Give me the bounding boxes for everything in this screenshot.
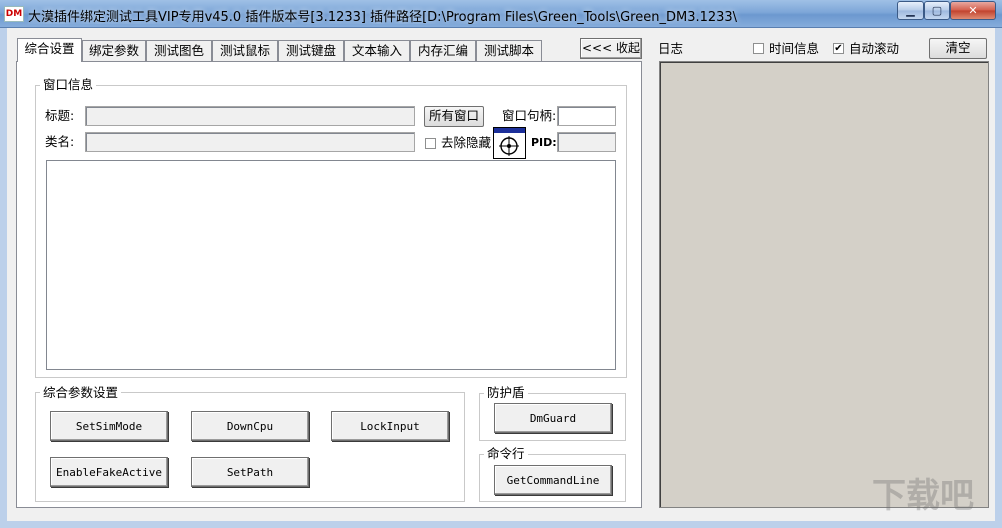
- getcommandline-button[interactable]: GetCommandLine: [494, 465, 612, 495]
- crosshair-icon: [499, 136, 519, 156]
- tab-general-settings[interactable]: 综合设置: [17, 38, 82, 62]
- guard-group-label: 防护盾: [484, 386, 528, 400]
- close-button[interactable]: ✕: [950, 1, 996, 20]
- time-info-label: 时间信息: [769, 41, 820, 56]
- window-title: 大漠插件绑定测试工具VIP专用v45.0 插件版本号[3.1233] 插件路径[…: [28, 10, 738, 24]
- window-handle-label: 窗口句柄:: [502, 108, 557, 123]
- tab-test-keyboard[interactable]: 测试键盘: [278, 40, 344, 61]
- window-list[interactable]: [46, 160, 616, 370]
- app-icon: DM: [4, 6, 24, 22]
- window-finder-tool[interactable]: [493, 127, 526, 159]
- lockinput-button[interactable]: LockInput: [331, 411, 449, 441]
- auto-scroll-checkbox[interactable]: ✔: [833, 43, 844, 54]
- window-info-group-label: 窗口信息: [40, 78, 97, 92]
- clear-log-button[interactable]: 清空: [929, 38, 987, 59]
- all-windows-button[interactable]: 所有窗口: [424, 106, 484, 127]
- setsimmode-button[interactable]: SetSimMode: [50, 411, 168, 441]
- tab-test-mouse[interactable]: 测试鼠标: [212, 40, 278, 61]
- time-info-checkbox[interactable]: [753, 43, 764, 54]
- setpath-button[interactable]: SetPath: [191, 457, 309, 487]
- classname-field[interactable]: [85, 132, 415, 152]
- classname-label: 类名:: [45, 134, 75, 149]
- tab-test-script[interactable]: 测试脚本: [476, 40, 542, 61]
- finder-titlebar: [494, 128, 525, 133]
- command-line-group-label: 命令行: [484, 447, 528, 461]
- remove-hidden-label: 去除隐藏: [441, 135, 492, 150]
- pid-label: PID:: [531, 136, 557, 149]
- enablefakeactive-button[interactable]: EnableFakeActive: [50, 457, 168, 487]
- title-label: 标题:: [45, 108, 75, 123]
- tab-memory-asm[interactable]: 内存汇编: [410, 40, 476, 61]
- log-label: 日志: [658, 41, 684, 56]
- tab-text-input[interactable]: 文本输入: [344, 40, 410, 61]
- minimize-button[interactable]: ▁: [897, 1, 924, 20]
- dmguard-button[interactable]: DmGuard: [494, 403, 612, 433]
- collapse-button[interactable]: <<< 收起: [580, 38, 642, 59]
- remove-hidden-checkbox[interactable]: [425, 138, 436, 149]
- pid-field[interactable]: [557, 132, 616, 152]
- auto-scroll-label: 自动滚动: [849, 41, 900, 56]
- window-handle-field[interactable]: [557, 106, 616, 126]
- maximize-button[interactable]: ▢: [924, 1, 950, 20]
- general-params-group-label: 综合参数设置: [40, 386, 122, 400]
- title-field[interactable]: [85, 106, 415, 126]
- check-mark-icon: ✔: [834, 43, 843, 54]
- log-area[interactable]: [659, 61, 989, 508]
- tab-bind-params[interactable]: 绑定参数: [82, 40, 146, 61]
- downcpu-button[interactable]: DownCpu: [191, 411, 309, 441]
- tab-test-color[interactable]: 测试图色: [146, 40, 212, 61]
- watermark-logo: 下载吧: [872, 476, 974, 516]
- title-bar[interactable]: DM 大漠插件绑定测试工具VIP专用v45.0 插件版本号[3.1233] 插件…: [0, 0, 1002, 28]
